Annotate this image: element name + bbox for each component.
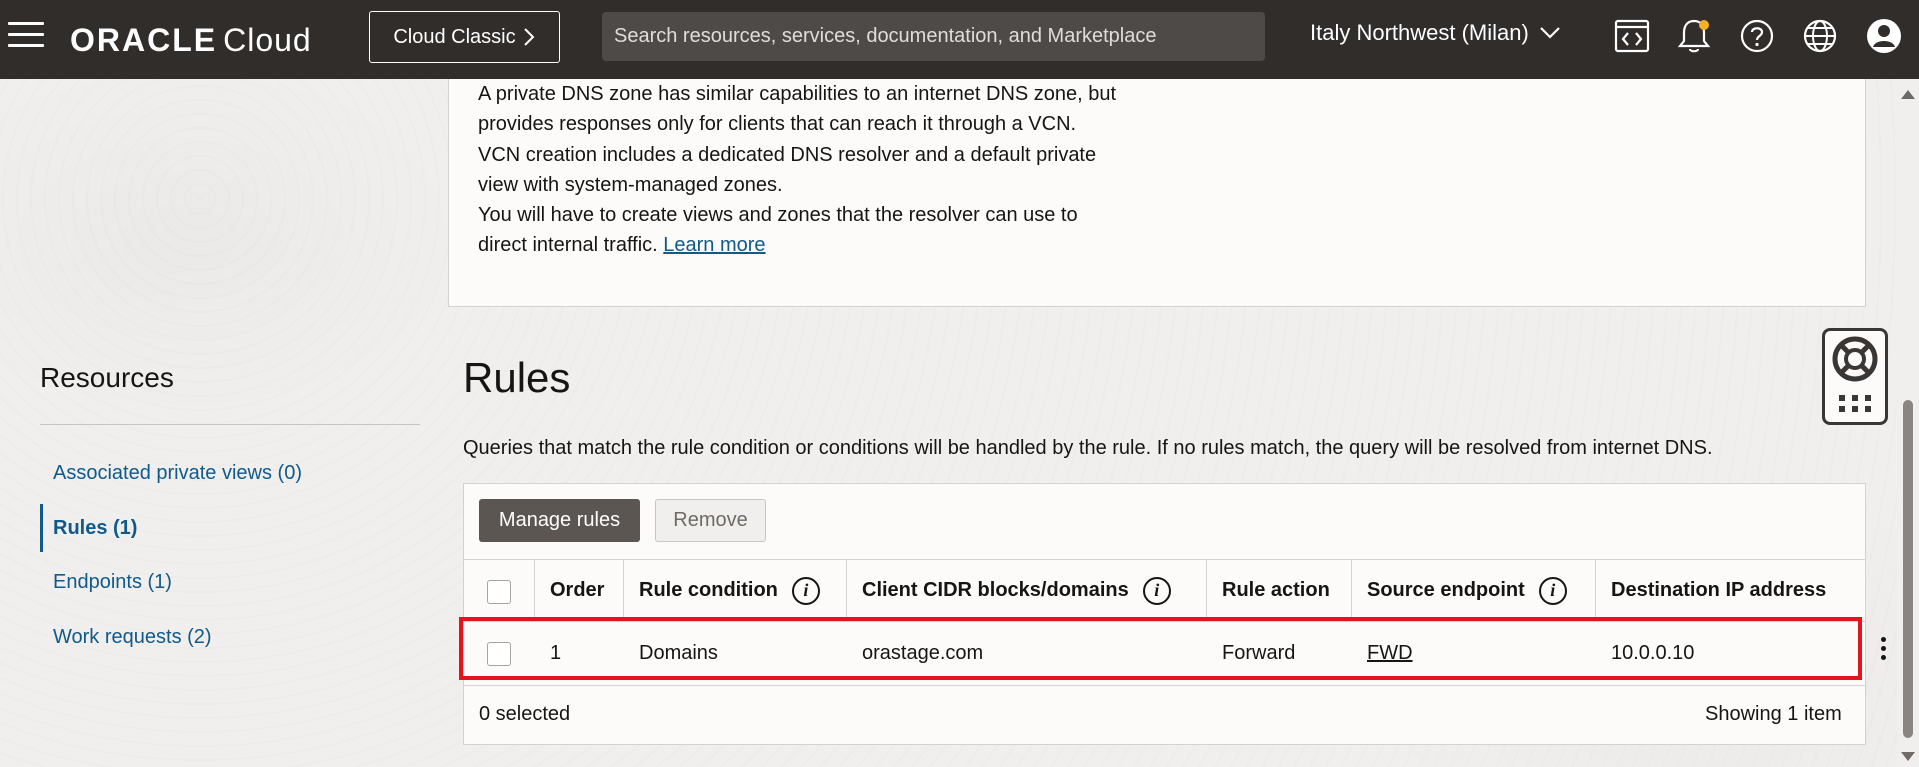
sidebar-item-label: Rules (1)	[53, 516, 138, 539]
column-separator	[846, 560, 847, 621]
sidebar-item-label: Work requests (2)	[53, 625, 212, 648]
page-scrollbar-thumb[interactable]	[1903, 400, 1913, 738]
column-header-label: Order	[550, 579, 605, 601]
column-header-label: Rule action	[1222, 579, 1330, 601]
manage-rules-label: Manage rules	[498, 509, 621, 531]
sidebar-item-rules[interactable]: Rules (1)	[40, 504, 420, 552]
rules-description: Queries that match the rule condition or…	[463, 437, 1713, 459]
column-header-order[interactable]: Order	[550, 560, 604, 621]
brand-oracle-text: ORACLE	[70, 22, 218, 58]
chevron-down-icon	[1540, 27, 1560, 39]
cloud-classic-button[interactable]: Cloud Classic	[369, 11, 560, 63]
info-line: view with system-managed zones.	[478, 173, 783, 196]
remove-label: Remove	[673, 509, 748, 531]
column-header-rule-action[interactable]: Rule action	[1222, 560, 1330, 621]
source-endpoint-link[interactable]: FWD	[1367, 622, 1413, 685]
column-header-source-endpoint[interactable]: Source endpoint i	[1367, 560, 1567, 621]
client-cidr-info-icon[interactable]: i	[1142, 576, 1171, 605]
rule-condition-info-icon[interactable]: i	[791, 576, 820, 605]
dns-info-text: A private DNS zone has similar capabilit…	[478, 79, 1178, 261]
column-header-label: Client CIDR blocks/domains	[862, 579, 1129, 601]
code-editor-icon[interactable]	[1612, 16, 1652, 56]
help-lifebuoy-widget[interactable]	[1822, 328, 1888, 425]
column-separator	[1351, 560, 1352, 621]
notifications-bell-icon[interactable]	[1674, 16, 1714, 56]
language-globe-icon[interactable]	[1800, 16, 1840, 56]
help-question-icon[interactable]	[1737, 16, 1777, 56]
scroll-up-arrow-icon[interactable]	[1901, 90, 1915, 99]
info-line: direct internal traffic. Learn more	[478, 230, 1178, 260]
cell-client-cidr: orastage.com	[862, 642, 984, 664]
learn-more-link[interactable]: Learn more	[663, 234, 765, 256]
column-separator	[1206, 560, 1207, 621]
sidebar-item-label: Associated private views (0)	[53, 461, 302, 484]
resources-heading: Resources	[40, 362, 174, 393]
column-header-rule-condition[interactable]: Rule condition i	[639, 560, 820, 621]
chevron-right-icon	[523, 28, 535, 46]
showing-count: Showing 1 item	[1705, 703, 1842, 725]
remove-button[interactable]: Remove	[655, 499, 766, 542]
info-line: A private DNS zone has similar capabilit…	[478, 83, 1117, 105]
cell-order: 1	[550, 642, 562, 664]
column-header-label: Destination IP address	[1611, 579, 1827, 601]
row-actions-kebab-icon[interactable]	[1877, 637, 1889, 669]
cell-destination-ip: 10.0.0.10	[1611, 642, 1695, 664]
hamburger-menu-icon[interactable]	[8, 22, 44, 50]
source-endpoint-info-icon[interactable]: i	[1538, 576, 1567, 605]
global-search-input[interactable]	[602, 12, 1265, 61]
cell-rule-action: Forward	[1222, 642, 1296, 664]
user-profile-avatar-icon[interactable]	[1864, 16, 1904, 56]
info-line: VCN creation includes a dedicated DNS re…	[478, 143, 1097, 166]
oracle-cloud-logo[interactable]: ORACLE Cloud	[70, 22, 312, 59]
info-line: provides responses only for clients that…	[478, 113, 1077, 136]
sidebar-item-endpoints[interactable]: Endpoints (1)	[40, 558, 420, 606]
info-line: You will have to create views and zones …	[478, 204, 1078, 227]
region-selector[interactable]: Italy Northwest (Milan)	[1310, 20, 1561, 46]
sidebar-item-label: Endpoints (1)	[53, 570, 172, 593]
scroll-down-arrow-icon[interactable]	[1901, 752, 1915, 761]
sidebar-item-associated-private-views[interactable]: Associated private views (0)	[40, 449, 420, 497]
column-header-label: Source endpoint	[1367, 579, 1525, 601]
column-header-label: Rule condition	[639, 579, 778, 601]
select-all-checkbox[interactable]	[487, 580, 511, 604]
row-select-checkbox[interactable]	[487, 642, 511, 666]
column-header-client-cidr[interactable]: Client CIDR blocks/domains i	[862, 560, 1171, 621]
rules-heading: Rules	[463, 354, 571, 401]
manage-rules-button[interactable]: Manage rules	[479, 499, 640, 542]
region-label: Italy Northwest (Milan)	[1310, 20, 1529, 45]
brand-cloud-text: Cloud	[223, 22, 312, 58]
table-row-bottom-border	[464, 685, 1865, 686]
cell-rule-condition: Domains	[639, 642, 718, 664]
selected-count: 0 selected	[479, 703, 571, 725]
top-navigation-bar: ORACLECloud Cloud Classic Italy Northwes…	[0, 0, 1919, 79]
resources-divider	[40, 424, 420, 425]
column-separator	[534, 560, 535, 621]
column-header-destination-ip[interactable]: Destination IP address	[1611, 560, 1826, 621]
lifebuoy-icon	[1832, 336, 1878, 412]
sidebar-item-work-requests[interactable]: Work requests (2)	[40, 613, 420, 661]
column-separator	[1595, 560, 1596, 621]
cloud-classic-label: Cloud Classic	[393, 25, 516, 48]
info-line-prefix: direct internal traffic.	[478, 234, 658, 257]
column-separator	[623, 560, 624, 621]
